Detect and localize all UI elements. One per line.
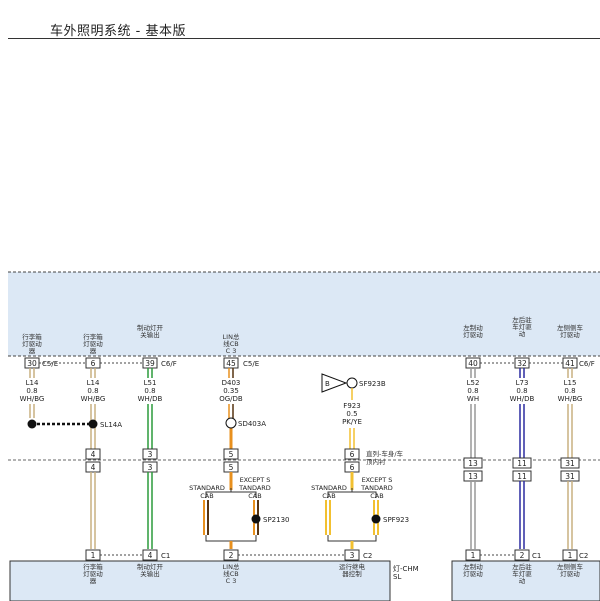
wire-labels: L14 0.8 WH/BG L14 0.8 WH/BG L51 0.8 WH/D… bbox=[20, 379, 583, 426]
inline-pins: 4 4 3 3 5 5 6 6 13 13 11 11 31 31 bbox=[85, 448, 580, 482]
inline-connector-label: 直列-车身/车顶内衬 bbox=[366, 449, 404, 466]
splice-spf923-label: SPF923 bbox=[383, 516, 409, 524]
wires-upper bbox=[29, 404, 573, 458]
wire-w3-circuit: L51 bbox=[144, 379, 157, 387]
inline-pin-d-bottom: 6 bbox=[350, 463, 355, 472]
top-label-p5: 左制动灯驱动 bbox=[463, 323, 483, 339]
inline-pin-b-top: 3 bbox=[148, 450, 153, 459]
run-branch-wires bbox=[325, 500, 379, 535]
splice-sd403a-label: SD403A bbox=[238, 420, 266, 428]
bottom-conn-b6: C1 bbox=[532, 552, 541, 560]
top-pin-p6: 32 bbox=[517, 359, 527, 368]
splice-sl14a-right bbox=[88, 419, 98, 429]
bottom-pin-b2: 4 bbox=[148, 551, 153, 560]
top-connector-ids: C5/E C6/F C5/E C6/F bbox=[42, 360, 595, 368]
wire-w7-circuit: L73 bbox=[516, 379, 529, 387]
inline-pin-c-bottom: 5 bbox=[229, 463, 234, 472]
wire-w4-circuit: D403 bbox=[222, 379, 241, 387]
wire-w1-gauge: 0.8 bbox=[26, 387, 37, 395]
inline-pin-g-top: 31 bbox=[565, 459, 575, 468]
splice-sf923b bbox=[346, 377, 358, 389]
wire-w7-color: WH/DB bbox=[510, 395, 535, 403]
connector-b-label: B bbox=[325, 380, 330, 388]
top-conn-p4: C5/E bbox=[243, 360, 259, 368]
inline-pin-a-bottom: 4 bbox=[91, 463, 96, 472]
variant-except-run: EXCEPT S TANDARD CAB bbox=[360, 476, 393, 500]
bottom-pin-b3: 2 bbox=[229, 551, 234, 560]
top-conn-p3: C6/F bbox=[161, 360, 177, 368]
wiring-diagram: 行李箱灯驱动器 行李箱灯驱动器 制动灯开关输出 LIN总线CB C 3 左制动灯驱… bbox=[8, 271, 600, 601]
bottom-module-left bbox=[9, 560, 391, 601]
wire-w6-circuit: L52 bbox=[467, 379, 480, 387]
bottom-pin-b5: 1 bbox=[471, 551, 476, 560]
top-pin-p5: 40 bbox=[468, 359, 478, 368]
splice-sd403a bbox=[225, 417, 237, 429]
inline-pin-e-bottom: 13 bbox=[468, 472, 478, 481]
wire-w8-gauge: 0.8 bbox=[564, 387, 575, 395]
splice-sl14a-left bbox=[27, 419, 37, 429]
inline-pin-a-top: 4 bbox=[91, 450, 96, 459]
wire-w8-circuit: L15 bbox=[564, 379, 577, 387]
inline-pin-c-top: 5 bbox=[229, 450, 234, 459]
top-conn-p1: C5/E bbox=[42, 360, 58, 368]
bottom-pin-b4: 3 bbox=[350, 551, 355, 560]
wire-w7-gauge: 0.8 bbox=[516, 387, 527, 395]
bottom-conn-b2: C1 bbox=[161, 552, 170, 560]
bottom-pin-b7: 1 bbox=[568, 551, 573, 560]
splice-sp2130-label: SP2130 bbox=[263, 516, 289, 524]
bottom-conn-b4: C2 bbox=[363, 552, 372, 560]
bottom-pin-b1: 1 bbox=[91, 551, 96, 560]
bottom-label-b2: 制动灯开关输出 bbox=[137, 562, 164, 578]
wire-w4-gauge: 0.35 bbox=[223, 387, 239, 395]
top-label-p7: 左侧侧车灯驱动 bbox=[557, 323, 584, 339]
wire-w3-gauge: 0.8 bbox=[144, 387, 155, 395]
top-pin-p4: 45 bbox=[226, 359, 236, 368]
bottom-conn-b7: C2 bbox=[579, 552, 588, 560]
bottom-module-name: 灯-CHM SL bbox=[393, 564, 419, 581]
bottom-label-b4: 运行继电器控制 bbox=[339, 562, 366, 578]
splice-spf923 bbox=[371, 514, 381, 524]
wire-w8-color: WH/BG bbox=[558, 395, 583, 403]
inline-pin-f-top: 11 bbox=[517, 459, 527, 468]
wire-w2-circuit: L14 bbox=[87, 379, 100, 387]
top-pin-p2: 6 bbox=[91, 359, 96, 368]
wire-w1-color: WH/BG bbox=[20, 395, 45, 403]
wire-w1-circuit: L14 bbox=[26, 379, 39, 387]
bottom-pin-b6: 2 bbox=[520, 551, 525, 560]
inline-pin-b-bottom: 3 bbox=[148, 463, 153, 472]
top-conn-p7: C6/F bbox=[579, 360, 595, 368]
top-pin-p7: 41 bbox=[565, 359, 575, 368]
splice-sl14a-label: SL14A bbox=[100, 421, 122, 429]
splice-sf923b-label: SF923B bbox=[359, 380, 386, 388]
wire-w5-color: PK/YE bbox=[342, 418, 362, 426]
inline-pin-d-top: 6 bbox=[350, 450, 355, 459]
lin-branch-wires bbox=[203, 500, 259, 535]
top-pin-p3: 39 bbox=[145, 359, 155, 368]
top-pins: 30 6 39 45 40 32 41 bbox=[24, 357, 578, 369]
bottom-label-b5: 左制动灯驱动 bbox=[463, 562, 483, 578]
wire-w3-color: WH/DB bbox=[138, 395, 163, 403]
splice-sp2130 bbox=[251, 514, 261, 524]
wire-w2-color: WH/BG bbox=[81, 395, 106, 403]
inline-pin-g-bottom: 31 bbox=[565, 472, 575, 481]
wire-w6-color: WH bbox=[467, 395, 479, 403]
inline-pin-e-top: 13 bbox=[468, 459, 478, 468]
variant-except-lin: EXCEPT S TANDARD CAB bbox=[238, 476, 271, 500]
wire-w2-gauge: 0.8 bbox=[87, 387, 98, 395]
wire-w5-circuit: F923 bbox=[343, 402, 360, 410]
top-pin-p1: 30 bbox=[27, 359, 37, 368]
top-label-p3: 制动灯开关输出 bbox=[137, 323, 164, 339]
bottom-label-b7: 左侧侧车灯驱动 bbox=[557, 562, 584, 578]
inline-pin-f-bottom: 11 bbox=[517, 472, 527, 481]
wire-stubs bbox=[29, 368, 573, 378]
wire-w4-color: OG/DB bbox=[219, 395, 243, 403]
wire-w6-gauge: 0.8 bbox=[467, 387, 478, 395]
wire-w5-gauge: 0.5 bbox=[346, 410, 357, 418]
